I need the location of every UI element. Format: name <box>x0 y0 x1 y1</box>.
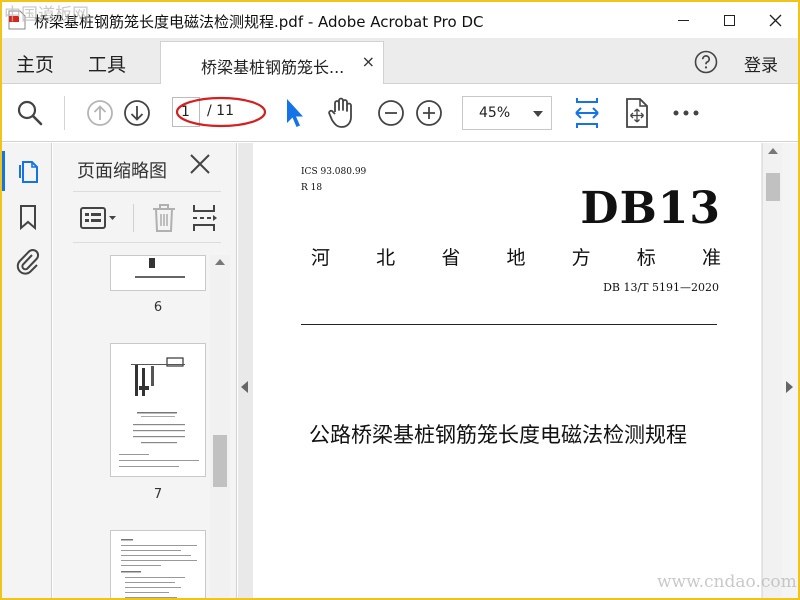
nav-active-indicator <box>2 151 5 191</box>
window-title: 桥梁基桩钢筋笼长度电磁法检测规程.pdf - Adobe Acrobat Pro… <box>34 13 484 31</box>
menu-home[interactable]: 主页 <box>16 50 54 77</box>
document-scrollbar[interactable] <box>762 143 782 598</box>
zoom-dropdown[interactable]: 45% <box>462 96 552 130</box>
thumbnail-label: 7 <box>153 487 163 502</box>
zoom-value: 45% <box>479 105 511 121</box>
close-icon <box>190 154 210 174</box>
tab-document[interactable]: 桥梁基桩钢筋笼长... × <box>160 41 384 85</box>
main-toolbar: / 11 45% <box>2 84 798 142</box>
thumb-caption <box>135 276 185 278</box>
navigation-rail <box>2 143 52 598</box>
standard-number: DB 13/T 5191—2020 <box>603 281 719 294</box>
panel-toolbar <box>73 191 221 243</box>
scroll-up-icon[interactable] <box>768 148 778 154</box>
close-window-button[interactable] <box>752 2 798 38</box>
thumbnail-options-icon[interactable] <box>79 206 117 230</box>
tab-document-label: 桥梁基桩钢筋笼长... <box>201 58 345 77</box>
scroll-up-icon[interactable] <box>215 259 225 265</box>
toolbar-separator <box>64 96 65 130</box>
ics-code: ICS 93.080.99 <box>301 167 367 177</box>
search-icon[interactable] <box>16 99 44 127</box>
maximize-button[interactable] <box>706 2 752 38</box>
collapse-left-panel-icon[interactable] <box>241 381 248 393</box>
pdf-page: ICS 93.080.99 R 18 DB13 河 北 省 地 方 标 准 DB… <box>253 143 761 598</box>
previous-page-icon[interactable] <box>86 99 114 127</box>
thumb-page-content <box>121 539 197 598</box>
document-title: 公路桥梁基桩钢筋笼长度电磁法检测规程 <box>309 423 687 447</box>
maximize-icon <box>723 14 735 26</box>
header-rule <box>301 324 717 325</box>
acrobat-window: 桥梁基桩钢筋笼长度电磁法检测规程.pdf - Adobe Acrobat Pro… <box>2 2 798 598</box>
heading-char: 河 <box>311 247 331 269</box>
standard-code: DB13 <box>580 183 721 234</box>
menu-tools[interactable]: 工具 <box>88 50 126 77</box>
heading-char: 标 <box>636 247 656 269</box>
attachment-icon[interactable] <box>15 246 41 276</box>
thumb-page-content <box>119 357 199 467</box>
thumbnail-label: 6 <box>153 300 163 315</box>
heading-char: 地 <box>506 247 526 269</box>
minimize-icon <box>677 19 689 21</box>
bookmark-icon[interactable] <box>18 203 38 231</box>
chevron-down-icon <box>533 111 543 117</box>
title-bar: 桥梁基桩钢筋笼长度电磁法检测规程.pdf - Adobe Acrobat Pro… <box>2 2 798 38</box>
thumb-figure <box>149 258 155 268</box>
login-link[interactable]: 登录 <box>744 51 778 76</box>
trash-icon[interactable] <box>151 203 177 233</box>
rotate-page-icon[interactable] <box>623 96 651 130</box>
thumbnails-panel: 页面缩略图 6 7 <box>53 143 237 598</box>
thumbnail-page-8[interactable] <box>110 530 206 598</box>
heading-char: 省 <box>441 247 461 269</box>
panel-close-button[interactable] <box>189 153 211 180</box>
help-icon[interactable] <box>694 50 718 74</box>
document-view[interactable]: ICS 93.080.99 R 18 DB13 河 北 省 地 方 标 准 DB… <box>238 143 798 598</box>
insert-page-icon[interactable] <box>191 203 217 233</box>
right-pane-rail <box>782 143 798 598</box>
heading-char: 方 <box>571 247 591 269</box>
thumbnail-page-6[interactable] <box>110 255 206 291</box>
r-code: R 18 <box>301 183 323 193</box>
page-thumbnails-icon[interactable] <box>16 157 40 185</box>
thumbnails-scrollbar[interactable] <box>210 255 230 598</box>
thumbnails-scroll-thumb[interactable] <box>213 435 227 487</box>
expand-right-panel-icon[interactable] <box>786 381 793 393</box>
heading-char: 北 <box>376 247 396 269</box>
zoom-out-icon[interactable] <box>377 99 405 127</box>
thumbnail-page-7[interactable] <box>110 343 206 477</box>
tab-close-button[interactable]: × <box>362 52 375 71</box>
fit-page-icon[interactable] <box>572 96 602 130</box>
zoom-in-icon[interactable] <box>415 99 443 127</box>
more-tools-icon[interactable] <box>673 110 699 116</box>
panel-title: 页面缩略图 <box>77 161 167 182</box>
panel-toolbar-separator <box>133 204 134 232</box>
select-cursor-icon[interactable] <box>282 96 306 130</box>
province-standard-heading: 河 北 省 地 方 标 准 <box>311 243 721 270</box>
next-page-icon[interactable] <box>123 99 151 127</box>
red-annotation-ellipse <box>175 96 267 128</box>
close-icon <box>769 14 781 26</box>
watermark-top-left: 中国道板网 <box>4 5 89 25</box>
hand-tool-icon[interactable] <box>326 96 358 130</box>
document-scroll-thumb[interactable] <box>766 173 780 201</box>
tab-bar: 主页 工具 桥梁基桩钢筋笼长... × 登录 <box>2 38 798 85</box>
watermark-bottom-right: www.cndao.com <box>657 572 797 592</box>
heading-char: 准 <box>701 247 721 269</box>
minimize-button[interactable] <box>660 2 706 38</box>
